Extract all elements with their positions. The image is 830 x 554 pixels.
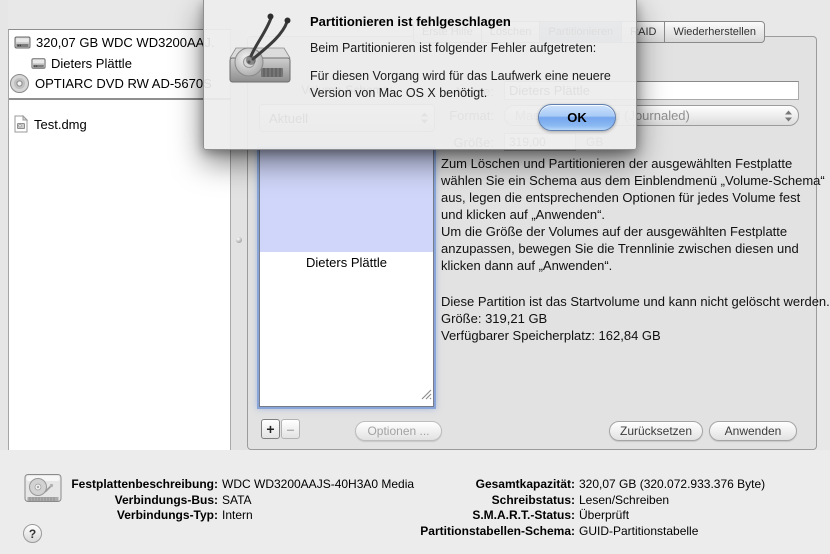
info-row: Partitionstabellen-Schema: GUID-Partition… bbox=[330, 524, 765, 540]
info-row: Schreibstatus: Lesen/Schreiben bbox=[330, 493, 765, 509]
info-value: SATA bbox=[222, 492, 252, 507]
disk-utility-stethoscope-icon bbox=[224, 10, 296, 99]
partition-failed-dialog: Partitionieren ist fehlgeschlagen Beim P… bbox=[203, 0, 637, 150]
splitter-dimple-icon bbox=[236, 237, 242, 243]
list-divider bbox=[9, 98, 231, 100]
disk-utility-window: 320,07 GB WDC WD3200AAJ. Dieters Plättle… bbox=[0, 0, 830, 554]
partition-used-region[interactable] bbox=[260, 150, 433, 252]
info-label: Verbindungs-Typ: bbox=[116, 508, 218, 522]
ok-button[interactable]: OK bbox=[538, 104, 616, 131]
info-label: Festplattenbeschreibung: bbox=[71, 477, 218, 491]
info-value: Überprüft bbox=[579, 508, 630, 522]
list-item-disk-image[interactable]: Test.dmg bbox=[9, 114, 234, 134]
dialog-detail: Für diesen Vorgang wird für das Laufwerk… bbox=[310, 69, 611, 100]
window-left-margin bbox=[0, 0, 8, 450]
optical-disc-icon bbox=[9, 73, 30, 93]
hard-disk-icon bbox=[14, 34, 31, 51]
list-item-label: 320,07 GB WDC WD3200AAJ. bbox=[36, 34, 215, 50]
volume-icon bbox=[31, 56, 46, 71]
info-label: Partitionstabellen-Schema: bbox=[420, 523, 575, 538]
list-item-label: Dieters Plättle bbox=[51, 55, 132, 71]
info-label: Schreibstatus: bbox=[491, 492, 575, 507]
info-label: Verbindungs-Bus: bbox=[114, 492, 218, 507]
dialog-message: Beim Partitionieren ist folgender Fehler… bbox=[310, 41, 597, 55]
stepper-arrows-icon bbox=[784, 109, 793, 122]
instruction-paragraph: Um die Größe der Volumes auf der ausgewä… bbox=[441, 224, 799, 273]
list-item-disk[interactable]: 320,07 GB WDC WD3200AAJ. bbox=[9, 32, 235, 52]
partition-volume-label: Dieters Plättle bbox=[306, 255, 387, 270]
partition-note-text: Diese Partition ist das Startvolume und … bbox=[441, 293, 830, 344]
info-value: 320,07 GB (320.072.933.376 Byte) bbox=[579, 477, 766, 491]
disk-info-pane: ? Festplattenbeschreibung: WDC WD3200AAJS… bbox=[0, 450, 830, 554]
dialog-title: Partitionieren ist fehlgeschlagen bbox=[310, 14, 511, 29]
note-free-space-line: Verfügbarer Speicherplatz: 162,84 GB bbox=[441, 328, 661, 343]
disk-image-icon bbox=[13, 115, 29, 133]
reset-button[interactable]: Zurücksetzen bbox=[609, 421, 703, 441]
note-line: Diese Partition ist das Startvolume und … bbox=[441, 294, 830, 309]
info-label: S.M.A.R.T.-Status: bbox=[472, 508, 575, 522]
remove-partition-button[interactable]: – bbox=[281, 419, 300, 439]
apply-button[interactable]: Anwenden bbox=[709, 421, 797, 441]
partition-map: Dieters Plättle bbox=[259, 149, 434, 407]
info-value: Intern bbox=[222, 508, 253, 522]
tab-wiederherstellen[interactable]: Wiederherstellen bbox=[664, 21, 765, 43]
add-partition-button[interactable]: + bbox=[261, 419, 280, 439]
note-size-line: Größe: 319,21 GB bbox=[441, 311, 548, 326]
info-row: Gesamtkapazität: 320,07 GB (320.072.933.3… bbox=[330, 477, 766, 493]
list-item-optical-drive[interactable]: OPTIARC DVD RW AD-5670S bbox=[9, 73, 230, 93]
device-list: 320,07 GB WDC WD3200AAJ. Dieters Plättle… bbox=[8, 29, 231, 450]
list-item-label: Test.dmg bbox=[34, 116, 87, 132]
help-button[interactable]: ? bbox=[23, 524, 42, 543]
disk-info-right: Gesamtkapazität: 320,07 GB (320.072.933.3… bbox=[330, 477, 765, 539]
instruction-paragraph: Zum Löschen und Partitionieren der ausge… bbox=[441, 156, 825, 222]
info-label: Gesamtkapazität: bbox=[475, 477, 575, 491]
partition-resize-handle[interactable] bbox=[421, 387, 432, 405]
list-item-label: OPTIARC DVD RW AD-5670S bbox=[35, 75, 212, 91]
info-row: S.M.A.R.T.-Status: Überprüft bbox=[330, 508, 765, 524]
instruction-text: Zum Löschen und Partitionieren der ausge… bbox=[441, 155, 825, 274]
info-value: Lesen/Schreiben bbox=[579, 492, 670, 507]
options-button[interactable]: Optionen ... bbox=[355, 421, 442, 441]
info-value: GUID-Partitionstabelle bbox=[579, 523, 699, 538]
